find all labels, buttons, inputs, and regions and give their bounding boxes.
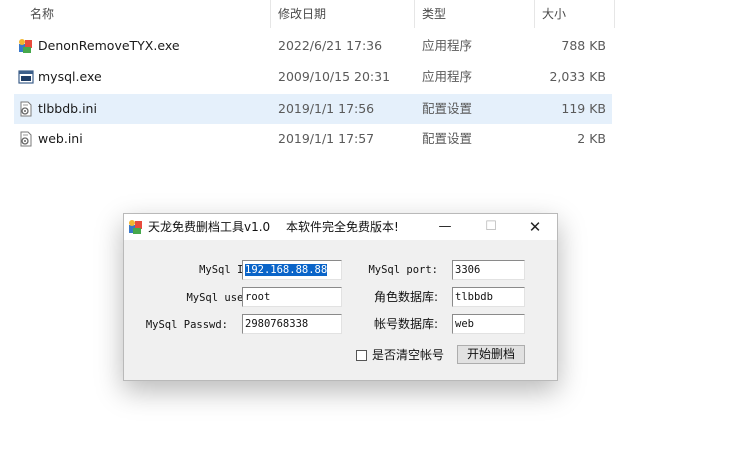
file-name: tlbbdb.ini <box>38 101 97 116</box>
column-divider[interactable] <box>414 0 415 28</box>
mysql-ip-label: MySql IP: <box>199 264 256 276</box>
clear-accounts-checkbox[interactable] <box>356 350 367 361</box>
mysql-port-input[interactable]: 3306 <box>452 260 525 280</box>
console-exe-icon <box>18 70 34 84</box>
file-size: 119 KB <box>561 101 606 116</box>
column-header-size[interactable]: 大小 <box>542 0 566 28</box>
file-name: web.ini <box>38 131 83 146</box>
file-modified: 2022/6/21 17:36 <box>278 38 383 53</box>
minimize-button[interactable]: — <box>422 214 468 240</box>
file-size: 2 KB <box>577 131 606 146</box>
column-header-modified[interactable]: 修改日期 <box>278 0 326 28</box>
delete-tool-dialog: 天龙免费删档工具v1.0 本软件完全免费版本! — ☐ ✕ MySql IP: … <box>123 213 558 381</box>
mysql-ip-value: 192.168.88.88 <box>245 264 328 276</box>
dialog-title: 天龙免费删档工具v1.0 <box>148 220 271 234</box>
ini-file-icon <box>20 131 32 147</box>
dialog-subtitle: 本软件完全免费版本! <box>286 220 399 234</box>
file-type: 配置设置 <box>422 101 473 116</box>
role-db-input[interactable]: tlbbdb <box>452 287 525 307</box>
account-db-input[interactable]: web <box>452 314 525 334</box>
mysql-port-label: MySql port: <box>368 264 438 276</box>
account-db-label: 帐号数据库: <box>373 317 438 331</box>
file-list-header: ^ 名称 修改日期 类型 大小 <box>0 0 746 28</box>
column-header-type[interactable]: 类型 <box>422 0 446 28</box>
column-divider[interactable] <box>270 0 271 28</box>
file-row[interactable]: DenonRemoveTYX.exe 2022/6/21 17:36 应用程序 … <box>14 31 612 61</box>
file-name: DenonRemoveTYX.exe <box>38 38 180 53</box>
dialog-titlebar[interactable]: 天龙免费删档工具v1.0 本软件完全免费版本! — ☐ ✕ <box>124 214 557 240</box>
file-name: mysql.exe <box>38 69 102 84</box>
app-icon <box>129 220 142 234</box>
file-row[interactable]: web.ini 2019/1/1 17:57 配置设置 2 KB <box>14 124 612 154</box>
file-modified: 2019/1/1 17:56 <box>278 101 375 116</box>
file-row[interactable]: mysql.exe 2009/10/15 20:31 应用程序 2,033 KB <box>14 62 612 92</box>
ini-file-icon <box>20 101 32 117</box>
clear-accounts-label[interactable]: 是否清空帐号 <box>372 345 444 365</box>
file-size: 2,033 KB <box>549 69 606 84</box>
file-modified: 2019/1/1 17:57 <box>278 131 375 146</box>
maximize-button[interactable]: ☐ <box>468 214 514 240</box>
role-db-label: 角色数据库: <box>373 290 438 304</box>
file-type: 配置设置 <box>422 131 473 146</box>
file-modified: 2009/10/15 20:31 <box>278 69 391 84</box>
column-divider[interactable] <box>534 0 535 28</box>
column-divider[interactable] <box>614 0 615 28</box>
sort-ascending-icon: ^ <box>143 0 151 5</box>
file-row-selected[interactable]: tlbbdb.ini 2019/1/1 17:56 配置设置 119 KB <box>14 94 612 124</box>
mysql-user-label: MySql user: <box>186 292 256 304</box>
file-type: 应用程序 <box>422 69 473 84</box>
installer-exe-icon <box>19 39 32 53</box>
start-delete-button[interactable]: 开始删档 <box>457 345 525 364</box>
file-type: 应用程序 <box>422 38 473 53</box>
file-size: 788 KB <box>561 38 606 53</box>
mysql-passwd-label: MySql Passwd: <box>145 319 228 331</box>
close-button[interactable]: ✕ <box>512 214 558 240</box>
column-header-name[interactable]: 名称 <box>30 0 54 28</box>
